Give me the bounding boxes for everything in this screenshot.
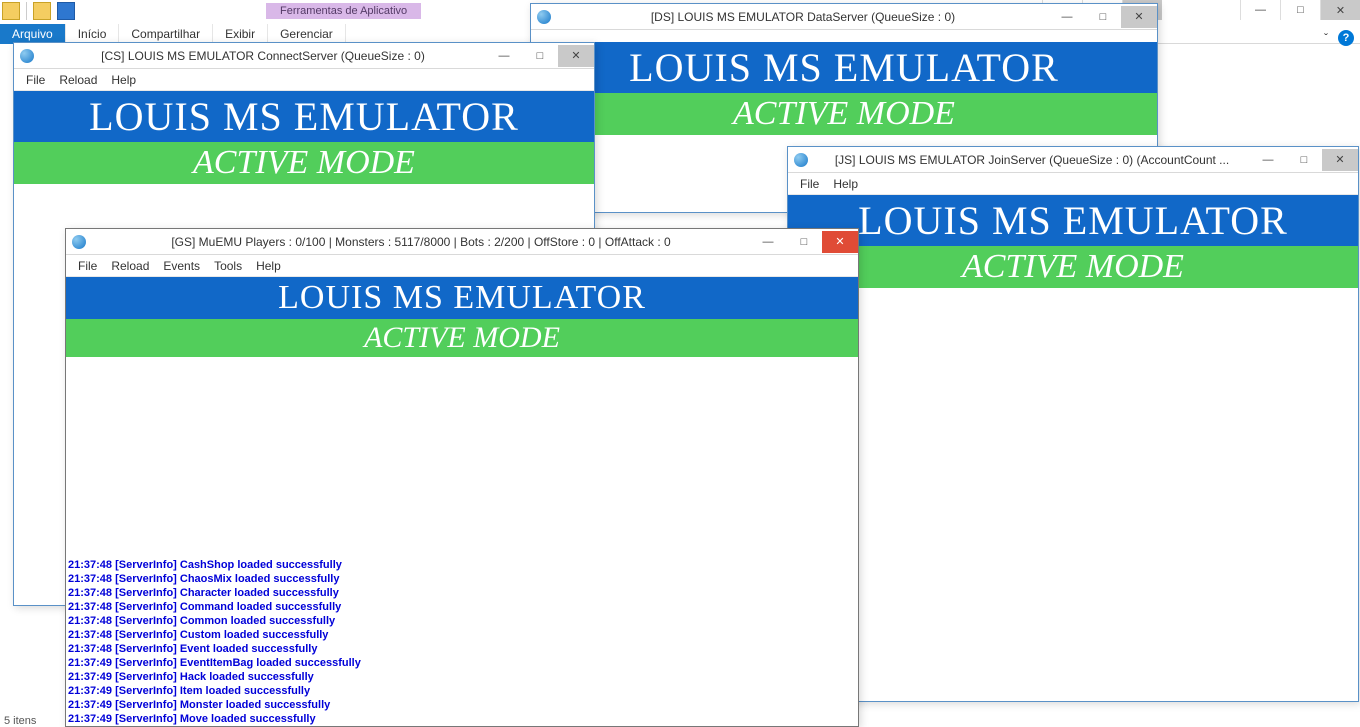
tab-compartilhar[interactable]: Compartilhar [119, 24, 213, 44]
log-line: 21:37:48 [ServerInfo] Event loaded succe… [68, 642, 856, 656]
menubar: File Reload Help [14, 69, 594, 91]
paste-icon[interactable] [33, 2, 51, 20]
banner-mode: ACTIVE MODE [14, 142, 594, 184]
banner-mode: ACTIVE MODE [531, 93, 1157, 135]
close-button[interactable]: ✕ [558, 45, 594, 67]
maximize-button[interactable]: □ [786, 231, 822, 253]
folder-icon[interactable] [2, 2, 20, 20]
menu-reload[interactable]: Reload [53, 71, 103, 89]
divider [26, 2, 27, 20]
log-line: 21:37:48 [ServerInfo] Command loaded suc… [68, 600, 856, 614]
banner-title: LOUIS MS EMULATOR [66, 277, 858, 319]
titlebar[interactable]: [CS] LOUIS MS EMULATOR ConnectServer (Qu… [14, 43, 594, 69]
log-line: 21:37:49 [ServerInfo] Monster loaded suc… [68, 698, 856, 712]
log-line: 21:37:48 [ServerInfo] CashShop loaded su… [68, 558, 856, 572]
minimize-button[interactable]: — [1250, 149, 1286, 171]
ribbon-context-tab[interactable]: Ferramentas de Aplicativo [266, 3, 421, 19]
tab-inicio[interactable]: Início [66, 24, 120, 44]
log-line: 21:37:49 [ServerInfo] Move loaded succes… [68, 712, 856, 726]
log-line: 21:37:48 [ServerInfo] Custom loaded succ… [68, 628, 856, 642]
maximize-button[interactable]: □ [1286, 149, 1322, 171]
menu-reload[interactable]: Reload [105, 257, 155, 275]
window-title: [CS] LOUIS MS EMULATOR ConnectServer (Qu… [40, 49, 486, 63]
maximize-button[interactable]: □ [1085, 6, 1121, 28]
menu-file[interactable]: File [794, 175, 825, 193]
status-bar-items: 5 itens [4, 715, 36, 727]
ribbon-collapse-icon[interactable]: ˇ [1318, 30, 1334, 46]
banner-mode: ACTIVE MODE [66, 319, 858, 357]
app-icon [72, 235, 86, 249]
help-icon[interactable]: ? [1338, 30, 1354, 46]
menu-file[interactable]: File [72, 257, 103, 275]
minimize-button[interactable]: — [1240, 0, 1280, 20]
banner-title: LOUIS MS EMULATOR [14, 91, 594, 142]
explorer-tabs: Arquivo Início Compartilhar Exibir Geren… [0, 24, 346, 44]
menu-help[interactable]: Help [250, 257, 287, 275]
window-gameserver: [GS] MuEMU Players : 0/100 | Monsters : … [65, 228, 859, 727]
log-line: 21:37:49 [ServerInfo] EventItemBag loade… [68, 656, 856, 670]
window-title: [DS] LOUIS MS EMULATOR DataServer (Queue… [557, 10, 1049, 24]
minimize-button[interactable]: — [486, 45, 522, 67]
maximize-button[interactable]: □ [522, 45, 558, 67]
menubar: File Reload Events Tools Help [66, 255, 858, 277]
titlebar[interactable]: [JS] LOUIS MS EMULATOR JoinServer (Queue… [788, 147, 1358, 173]
window-title: [GS] MuEMU Players : 0/100 | Monsters : … [92, 235, 750, 249]
log-line: 21:37:48 [ServerInfo] Common loaded succ… [68, 614, 856, 628]
explorer-quick-access [2, 2, 75, 20]
minimize-button[interactable]: — [1049, 6, 1085, 28]
menu-events[interactable]: Events [157, 257, 206, 275]
window-title: [JS] LOUIS MS EMULATOR JoinServer (Queue… [814, 153, 1250, 167]
banner-mode: ACTIVE MODE [788, 246, 1358, 288]
close-button[interactable]: ✕ [1121, 6, 1157, 28]
titlebar[interactable]: [GS] MuEMU Players : 0/100 | Monsters : … [66, 229, 858, 255]
tab-exibir[interactable]: Exibir [213, 24, 268, 44]
window-joinserver: [JS] LOUIS MS EMULATOR JoinServer (Queue… [787, 146, 1359, 702]
titlebar[interactable]: [DS] LOUIS MS EMULATOR DataServer (Queue… [531, 4, 1157, 30]
banner-title: LOUIS MS EMULATOR [531, 42, 1157, 93]
log-line: 21:37:48 [ServerInfo] Character loaded s… [68, 586, 856, 600]
banner-title: LOUIS MS EMULATOR [788, 195, 1358, 246]
menu-help[interactable]: Help [827, 175, 864, 193]
close-button[interactable]: ✕ [1320, 0, 1360, 20]
menu-help[interactable]: Help [105, 71, 142, 89]
log-area [788, 288, 1358, 701]
bg-window-controls-2: — □ ✕ [1240, 0, 1360, 20]
log-line: 21:37:48 [ServerInfo] ChaosMix loaded su… [68, 572, 856, 586]
minimize-button[interactable]: — [750, 231, 786, 253]
properties-icon[interactable] [57, 2, 75, 20]
menu-tools[interactable]: Tools [208, 257, 248, 275]
log-line: 21:37:49 [ServerInfo] Hack loaded succes… [68, 670, 856, 684]
app-icon [537, 10, 551, 24]
app-icon [794, 153, 808, 167]
close-button[interactable]: ✕ [1322, 149, 1358, 171]
log-line: 21:37:49 [ServerInfo] Item loaded succes… [68, 684, 856, 698]
tab-arquivo[interactable]: Arquivo [0, 24, 66, 44]
close-button[interactable]: ✕ [822, 231, 858, 253]
log-area: 21:37:48 [ServerInfo] CashShop loaded su… [66, 357, 858, 726]
tab-gerenciar[interactable]: Gerenciar [268, 24, 346, 44]
app-icon [20, 49, 34, 63]
menubar: File Help [788, 173, 1358, 195]
maximize-button[interactable]: □ [1280, 0, 1320, 20]
menu-file[interactable]: File [20, 71, 51, 89]
